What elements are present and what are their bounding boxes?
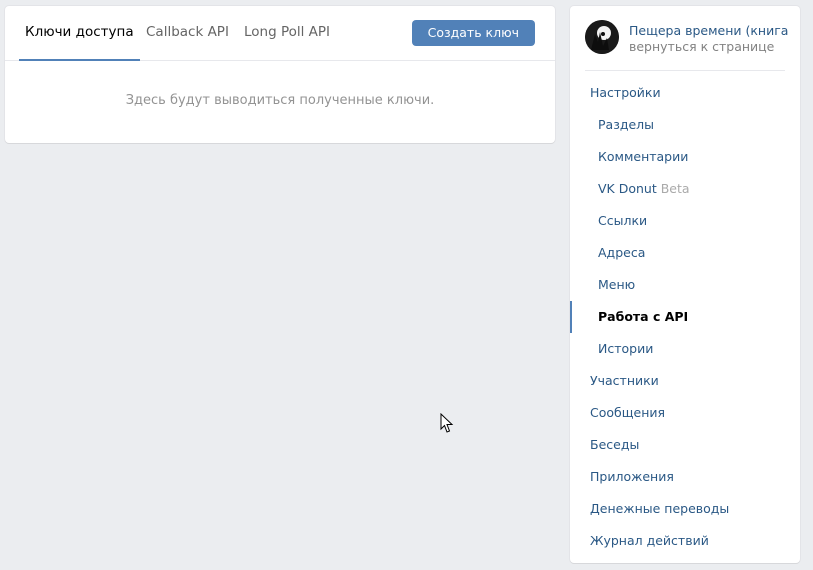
create-key-button[interactable]: Создать ключ xyxy=(411,20,535,46)
sidebar-item-action-log[interactable]: Журнал действий xyxy=(570,525,800,557)
back-to-page-link[interactable]: вернуться к странице xyxy=(629,39,774,54)
community-sidebar: Пещера времени (книга-... вернуться к ст… xyxy=(570,6,800,563)
sidebar-item-members[interactable]: Участники xyxy=(570,365,800,397)
sidebar-header: Пещера времени (книга-... вернуться к ст… xyxy=(570,6,800,70)
sidebar-item-addresses[interactable]: Адреса xyxy=(570,237,800,269)
sidebar-item-links[interactable]: Ссылки xyxy=(570,205,800,237)
api-main-card: Ключи доступа Callback API Long Poll API… xyxy=(5,6,555,143)
sidebar-item-menu[interactable]: Меню xyxy=(570,269,800,301)
sidebar-item-chats[interactable]: Беседы xyxy=(570,429,800,461)
mouse-pointer-icon xyxy=(440,413,454,433)
group-avatar[interactable] xyxy=(585,20,619,54)
sidebar-item-api[interactable]: Работа с API xyxy=(570,301,800,333)
beta-badge: Beta xyxy=(660,181,690,196)
sidebar-divider xyxy=(585,70,785,71)
tab-callback-api[interactable]: Callback API xyxy=(140,6,235,60)
group-name-link[interactable]: Пещера времени (книга-... xyxy=(629,23,789,38)
sidebar-item-stories[interactable]: Истории xyxy=(570,333,800,365)
sidebar-item-settings[interactable]: Настройки xyxy=(570,77,800,109)
sidebar-item-apps[interactable]: Приложения xyxy=(570,461,800,493)
empty-keys-message: Здесь будут выводиться полученные ключи. xyxy=(125,93,435,108)
sidebar-item-messages[interactable]: Сообщения xyxy=(570,397,800,429)
group-avatar-image xyxy=(585,20,619,54)
api-tabs: Ключи доступа Callback API Long Poll API… xyxy=(5,6,555,61)
sidebar-item-comments[interactable]: Комментарии xyxy=(570,141,800,173)
sidebar-item-money-transfers[interactable]: Денежные переводы xyxy=(570,493,800,525)
tab-long-poll-api[interactable]: Long Poll API xyxy=(238,6,336,60)
sidebar-item-vk-donut[interactable]: VK Donut Beta xyxy=(570,173,800,205)
tab-access-keys[interactable]: Ключи доступа xyxy=(19,6,140,61)
sidebar-item-vk-donut-label: VK Donut xyxy=(598,181,657,196)
sidebar-item-sections[interactable]: Разделы xyxy=(570,109,800,141)
